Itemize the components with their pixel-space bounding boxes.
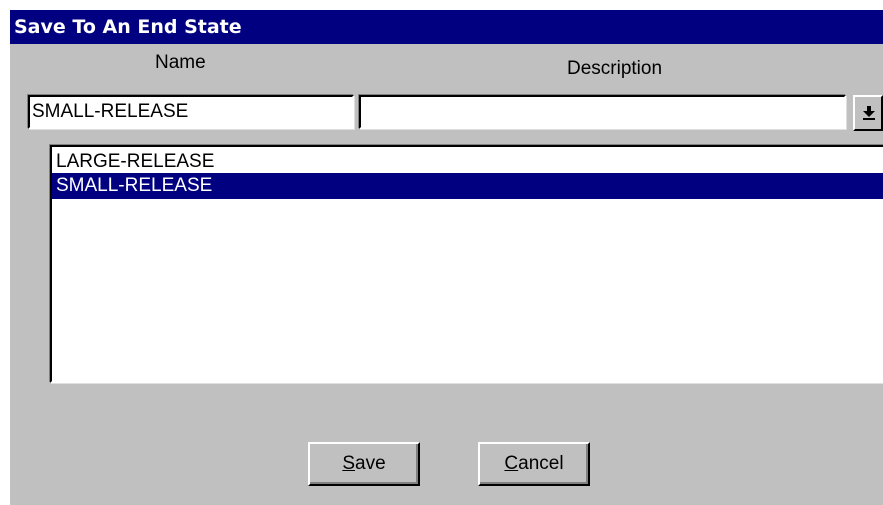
down-arrow-to-bar-icon	[863, 106, 875, 120]
description-column-label: Description	[567, 58, 663, 79]
cancel-button-label: ancel	[518, 453, 564, 474]
cancel-button[interactable]: Cancel	[478, 442, 590, 486]
description-dropdown-button[interactable]	[853, 95, 883, 131]
list-item-large-release[interactable]: LARGE-RELEASE	[52, 149, 883, 175]
name-column-label: Name	[155, 52, 206, 73]
dialog-title-bar: Save To An End State	[10, 10, 883, 44]
save-button-label: ave	[355, 453, 386, 474]
end-state-list[interactable]: LARGE-RELEASE SMALL-RELEASE	[50, 145, 883, 383]
cancel-button-mnemonic: C	[504, 453, 519, 474]
description-field[interactable]	[359, 95, 846, 129]
list-item-small-release[interactable]: SMALL-RELEASE	[52, 173, 883, 199]
name-field-value: SMALL-RELEASE	[32, 101, 189, 122]
name-field[interactable]: SMALL-RELEASE	[28, 95, 354, 129]
save-button-mnemonic: S	[342, 453, 356, 474]
save-button[interactable]: Save	[308, 442, 420, 486]
save-end-state-dialog: Save To An End State Name Description SM…	[8, 8, 883, 505]
dialog-title: Save To An End State	[14, 16, 242, 38]
